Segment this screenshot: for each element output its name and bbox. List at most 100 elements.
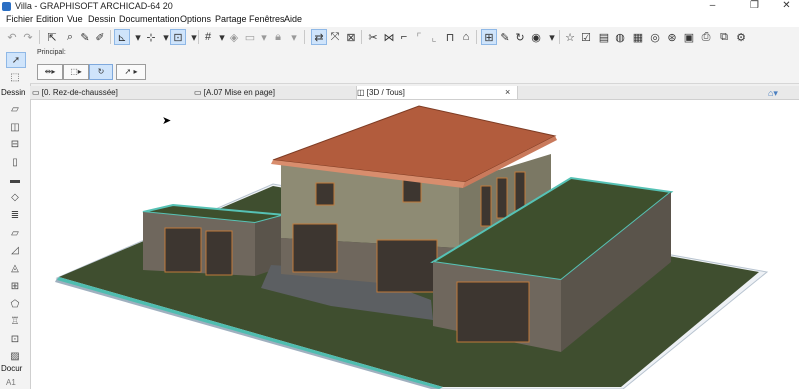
tab-label: [3D / Tous] bbox=[366, 88, 405, 97]
pointer-mode-icon[interactable]: ➚ ▸ bbox=[116, 64, 146, 80]
menu-options[interactable]: Options bbox=[180, 14, 211, 24]
toolbar-separator bbox=[361, 30, 362, 44]
menu-vue[interactable]: Vue bbox=[67, 14, 83, 24]
roof-icon[interactable]: ⌂ bbox=[458, 29, 474, 45]
tab-rez-de-chaussee[interactable]: ▭ [0. Rez-de-chaussée] bbox=[32, 86, 192, 99]
lock-icon[interactable]: 🔒︎ bbox=[270, 29, 286, 45]
teamwork-icon[interactable]: ⊛ bbox=[664, 29, 680, 45]
column-tool-icon[interactable]: ▯ bbox=[6, 155, 24, 169]
view-tab-bar: ▭ [0. Rez-de-chaussée] ▭ [A.07 Mise en p… bbox=[30, 86, 799, 100]
print-icon[interactable]: ⎙ bbox=[698, 29, 714, 45]
split-icon[interactable]: ⊓ bbox=[442, 29, 458, 45]
zone-tool-icon[interactable]: ⊡ bbox=[6, 332, 24, 346]
grid-view-icon[interactable]: ▦ bbox=[630, 29, 646, 45]
object-tool-icon[interactable]: ♖ bbox=[6, 314, 24, 328]
railing-tool-icon[interactable]: ⏥ bbox=[6, 226, 24, 240]
3d-view-icon: ◫ bbox=[357, 88, 367, 97]
window-tool-icon[interactable]: ⊟ bbox=[6, 137, 24, 151]
menu-fenetres[interactable]: Fenêtres bbox=[249, 14, 285, 24]
3d-viewport[interactable] bbox=[31, 100, 799, 389]
maximize-icon[interactable]: ❐ bbox=[742, 0, 767, 13]
left-wall-openings bbox=[164, 227, 233, 276]
close-icon[interactable]: ✕ bbox=[774, 0, 799, 13]
view-navigation-icon[interactable]: ⌂▾ bbox=[768, 88, 793, 98]
arrow-tool-icon[interactable]: ➚ bbox=[6, 52, 26, 68]
title-bar: Villa - GRAPHISOFT ARCHICAD-64 20 – ❐ ✕ bbox=[0, 0, 799, 14]
eye-view-icon[interactable]: ◉ bbox=[528, 29, 544, 45]
arrow-pick-icon[interactable]: ⇱ bbox=[44, 29, 60, 45]
tab-label: [0. Rez-de-chaussée] bbox=[41, 88, 118, 97]
beam-tool-icon[interactable]: ▬ bbox=[6, 173, 24, 187]
scissors-icon[interactable]: ✂ bbox=[365, 29, 381, 45]
window-title: Villa - GRAPHISOFT ARCHICAD-64 20 bbox=[15, 1, 173, 11]
adjust-icon[interactable]: ⌐ bbox=[396, 29, 412, 45]
find-select-icon[interactable]: ⌕ bbox=[62, 29, 78, 45]
magic-wand-icon[interactable]: ⇄ bbox=[311, 29, 327, 45]
toolbar-separator bbox=[304, 30, 305, 44]
tab-mise-en-page[interactable]: ▭ [A.07 Mise en page] bbox=[194, 86, 354, 99]
explode-icon[interactable]: ⤧ bbox=[327, 29, 343, 45]
rotate-view-icon[interactable]: ↻ bbox=[512, 29, 528, 45]
draw-icon[interactable]: ✎ bbox=[497, 29, 513, 45]
menu-documentation[interactable]: Documentation bbox=[119, 14, 180, 24]
layout-icon[interactable]: ⊞ bbox=[481, 29, 497, 45]
tab-label: [A.07 Mise en page] bbox=[203, 88, 275, 97]
eyedropper-icon[interactable]: ✎ bbox=[77, 29, 93, 45]
stair-tool-icon[interactable]: ≣ bbox=[6, 208, 24, 222]
menu-fichier[interactable]: Fichier bbox=[6, 14, 33, 24]
marquee-tool-icon[interactable]: ⬚ bbox=[6, 70, 24, 84]
floor-plan-icon: ▭ bbox=[32, 88, 42, 97]
tab-3d-tous[interactable]: ◫ [3D / Tous] bbox=[356, 86, 518, 99]
toolbar-separator bbox=[559, 30, 560, 44]
shell-tool-icon[interactable]: ◬ bbox=[6, 261, 24, 275]
earth-icon[interactable]: ◎ bbox=[647, 29, 663, 45]
globe-icon[interactable]: ◍ bbox=[612, 29, 628, 45]
menu-aide[interactable]: Aide bbox=[284, 14, 302, 24]
gravity-icon[interactable]: ⊾ bbox=[114, 29, 130, 45]
intersect-icon[interactable]: ⋈ bbox=[381, 29, 397, 45]
syringe-icon[interactable]: ✐ bbox=[92, 29, 108, 45]
toolbox-bottom-label: A1 bbox=[6, 378, 16, 387]
toolbox-section-docu[interactable]: Docur bbox=[1, 364, 22, 373]
rotation-icon[interactable]: ↻ bbox=[89, 64, 113, 80]
wall-tool-icon[interactable]: ▱ bbox=[6, 102, 24, 116]
checklist-icon[interactable]: ☑ bbox=[578, 29, 594, 45]
curtain-wall-tool-icon[interactable]: ⊞ bbox=[6, 279, 24, 293]
close-tab-icon[interactable]: × bbox=[505, 86, 510, 99]
settings-icon[interactable]: ⚙ bbox=[733, 29, 749, 45]
suspend-groups-icon[interactable]: ◈ bbox=[226, 29, 242, 45]
menu-edition[interactable]: Edition bbox=[36, 14, 64, 24]
door-tool-icon[interactable]: ◫ bbox=[6, 120, 24, 134]
mesh-tool-icon[interactable]: ▨ bbox=[6, 349, 24, 363]
undo-icon[interactable]: ↶ bbox=[4, 29, 20, 45]
toolbox-section-dessin[interactable]: Dessin bbox=[1, 88, 25, 97]
toolbox: ➚ ⬚ Dessin ▱ ◫ ⊟ ▯ ▬ ◇ ≣ ⏥ ◿ ◬ ⊞ ⬠ ♖ ⊡ ▨… bbox=[0, 47, 31, 389]
star-icon[interactable]: ☆ bbox=[562, 29, 578, 45]
publish-icon[interactable]: ⧉ bbox=[716, 29, 732, 45]
menu-dessin[interactable]: Dessin bbox=[88, 14, 116, 24]
standard-toolbar: ↶ ↷ ⇱ ⌕ ✎ ✐ ⊾ ▾ ⊹ ▾ ⊡ ▾ # ▾ ◈ ▭ ▾ 🔒︎ ▾ ⇄… bbox=[0, 27, 799, 48]
slab-tool-icon[interactable]: ◇ bbox=[6, 190, 24, 204]
toolbar-separator bbox=[198, 30, 199, 44]
document-icon[interactable]: ▣ bbox=[681, 29, 697, 45]
snap-guides-icon[interactable]: ⊡ bbox=[170, 29, 186, 45]
layout-icon: ▭ bbox=[194, 88, 204, 97]
redo-icon[interactable]: ↷ bbox=[20, 29, 36, 45]
trim-icon[interactable]: ⊠ bbox=[343, 29, 359, 45]
marquee-shape-icon[interactable]: ⬚▸ bbox=[63, 64, 89, 80]
guide-lines-icon[interactable]: ⊹ bbox=[143, 29, 159, 45]
menu-partage[interactable]: Partage bbox=[215, 14, 247, 24]
dropdown-arrow-icon[interactable]: ▾ bbox=[286, 29, 302, 45]
dropdown-arrow-icon[interactable]: ▾ bbox=[544, 29, 560, 45]
selection-method-icon[interactable]: ⇹▸ bbox=[37, 64, 63, 80]
archicad-app-icon bbox=[2, 2, 11, 11]
roof-tool-icon[interactable]: ◿ bbox=[6, 243, 24, 257]
morph-tool-icon[interactable]: ⬠ bbox=[6, 297, 24, 311]
toolbar-separator bbox=[476, 30, 477, 44]
settings-list-icon[interactable]: ▤ bbox=[596, 29, 612, 45]
minimize-icon[interactable]: – bbox=[700, 0, 725, 13]
offset-icon[interactable]: ⌞ bbox=[426, 29, 442, 45]
right-wall-openings bbox=[456, 281, 530, 343]
fillet-icon[interactable]: ⌜ bbox=[411, 29, 427, 45]
3d-model-render bbox=[55, 105, 769, 389]
